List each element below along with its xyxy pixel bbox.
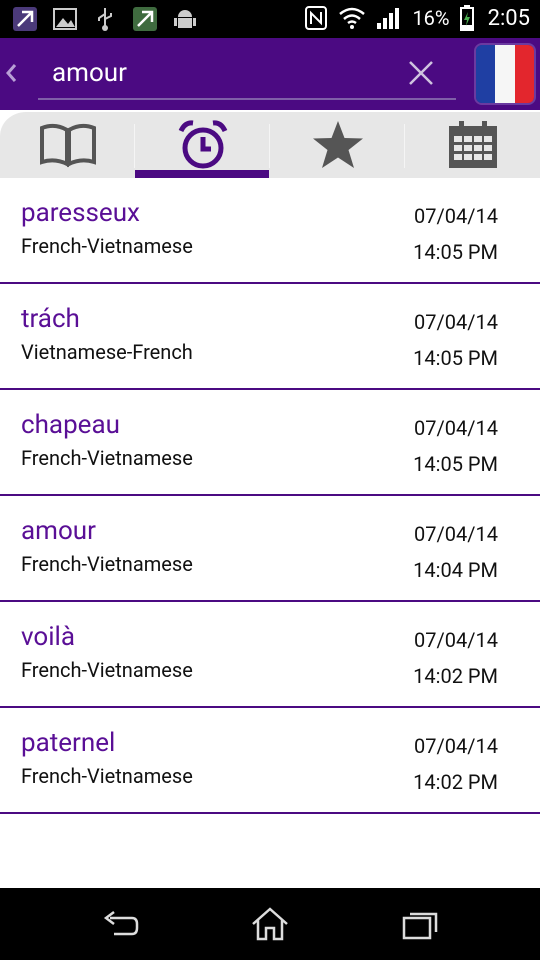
app-bar: amour <box>0 38 540 110</box>
usb-icon <box>92 6 118 32</box>
clock: 2:05 <box>487 5 530 31</box>
entry-word: amour <box>21 516 96 546</box>
list-item[interactable]: trách Vietnamese-French 07/04/14 14:05 P… <box>0 284 540 390</box>
image-icon <box>52 6 78 32</box>
entry-date: 07/04/14 <box>414 416 498 440</box>
recent-apps-icon[interactable] <box>400 906 440 942</box>
list-item[interactable]: chapeau French-Vietnamese 07/04/14 14:05… <box>0 390 540 496</box>
entry-word: chapeau <box>21 410 120 440</box>
entry-date: 07/04/14 <box>414 628 498 652</box>
entry-language-pair: Vietnamese-French <box>21 340 193 364</box>
wifi-icon <box>339 7 366 29</box>
system-status: 16% 2:05 <box>304 5 530 31</box>
battery-charging-icon <box>459 5 474 31</box>
status-bar: 16% 2:05 <box>0 0 540 38</box>
clear-icon[interactable] <box>406 58 436 88</box>
entry-time: 14:02 PM <box>413 770 498 794</box>
entry-date: 07/04/14 <box>414 734 498 758</box>
search-input[interactable]: amour <box>38 48 456 100</box>
calendar-icon <box>448 121 497 168</box>
entry-word: trách <box>21 304 80 334</box>
entry-time: 14:05 PM <box>413 346 498 370</box>
tab-dictionary[interactable] <box>0 112 135 178</box>
language-flag-button[interactable] <box>474 43 536 105</box>
app-notification-icon <box>12 6 38 32</box>
list-item[interactable]: paternel French-Vietnamese 07/04/14 14:0… <box>0 708 540 814</box>
entry-language-pair: French-Vietnamese <box>21 764 193 788</box>
entry-language-pair: French-Vietnamese <box>21 234 193 258</box>
tab-history[interactable] <box>135 112 270 178</box>
home-icon[interactable] <box>250 906 290 942</box>
battery-percent: 16% <box>412 6 450 30</box>
list-item[interactable]: amour French-Vietnamese 07/04/14 14:04 P… <box>0 496 540 602</box>
android-icon <box>172 6 198 32</box>
notification-icons <box>12 6 198 32</box>
flag-stripe-white <box>495 45 515 103</box>
signal-icon <box>377 8 400 29</box>
entry-language-pair: French-Vietnamese <box>21 658 193 682</box>
flag-stripe-blue <box>476 45 496 103</box>
entry-date: 07/04/14 <box>414 522 498 546</box>
entry-language-pair: French-Vietnamese <box>21 552 193 576</box>
app-notification-icon-2 <box>132 6 158 32</box>
book-icon <box>39 123 96 168</box>
entry-word: paternel <box>21 728 116 758</box>
navigation-bar <box>0 888 540 960</box>
entry-language-pair: French-Vietnamese <box>21 446 193 470</box>
entry-date: 07/04/14 <box>414 310 498 334</box>
flag-stripe-red <box>514 45 534 103</box>
nfc-icon <box>305 6 328 30</box>
tab-bar <box>0 110 540 178</box>
tab-favorites[interactable] <box>270 112 405 178</box>
entry-time: 14:05 PM <box>413 452 498 476</box>
entry-time: 14:04 PM <box>413 558 498 582</box>
active-tab-indicator <box>135 170 269 178</box>
list-item[interactable]: paresseux French-Vietnamese 07/04/14 14:… <box>0 178 540 284</box>
tab-calendar[interactable] <box>405 112 540 178</box>
list-item[interactable]: voilà French-Vietnamese 07/04/14 14:02 P… <box>0 602 540 708</box>
entry-time: 14:05 PM <box>413 240 498 264</box>
back-chevron-icon[interactable] <box>4 58 24 88</box>
entry-date: 07/04/14 <box>414 204 498 228</box>
back-icon[interactable] <box>100 906 140 942</box>
search-query[interactable]: amour <box>52 58 127 88</box>
entry-word: voilà <box>21 622 76 652</box>
entry-word: paresseux <box>21 198 140 228</box>
star-icon <box>312 121 363 168</box>
alarm-clock-icon <box>178 120 227 169</box>
entry-time: 14:02 PM <box>413 664 498 688</box>
history-list: paresseux French-Vietnamese 07/04/14 14:… <box>0 178 540 814</box>
